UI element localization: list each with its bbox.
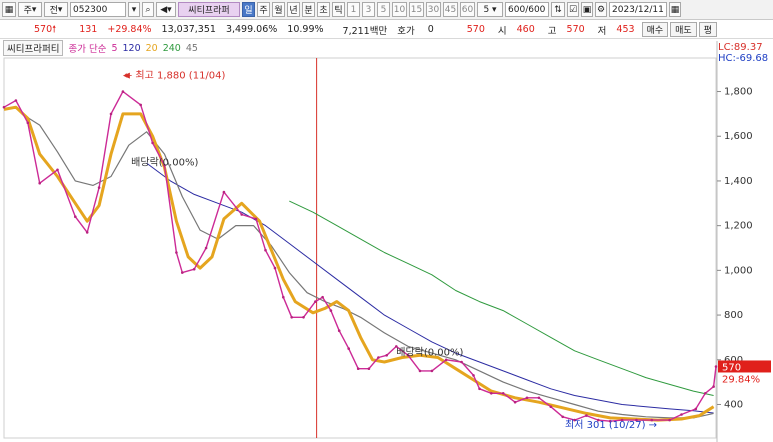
data-point bbox=[2, 105, 6, 109]
legend-ma-label: 종가 단순 bbox=[68, 44, 107, 55]
dividend-annotation-1: 배당락(0.00%) bbox=[131, 156, 198, 168]
legend-ma20: 20 bbox=[145, 42, 158, 54]
legend-ma240: 240 bbox=[162, 42, 181, 54]
chart-legend: 씨티프라퍼티 종가 단순 5 120 20 240 45 bbox=[3, 40, 198, 56]
series-line-120 bbox=[146, 162, 714, 414]
data-point bbox=[367, 367, 371, 371]
data-point bbox=[151, 141, 154, 145]
last-pct-label: 29.84% bbox=[722, 374, 760, 385]
y-tick-label: 800 bbox=[724, 310, 743, 321]
data-point bbox=[264, 248, 267, 252]
lc-label: LC:89.37 bbox=[718, 42, 763, 53]
data-point bbox=[85, 231, 89, 234]
data-point bbox=[14, 99, 18, 102]
data-point bbox=[585, 414, 588, 417]
data-point bbox=[460, 360, 463, 364]
data-point bbox=[192, 267, 196, 271]
data-point bbox=[74, 215, 77, 218]
data-point bbox=[204, 246, 208, 250]
y-tick-label: 1,400 bbox=[724, 176, 753, 187]
data-point bbox=[444, 358, 448, 362]
series-line-20 bbox=[3, 105, 715, 422]
data-point bbox=[356, 367, 360, 371]
y-tick-label: 1,800 bbox=[724, 87, 753, 98]
data-point bbox=[38, 181, 41, 185]
data-point bbox=[314, 300, 317, 303]
data-point bbox=[302, 316, 305, 319]
data-point bbox=[222, 190, 226, 194]
data-point bbox=[175, 251, 178, 254]
data-point bbox=[472, 374, 475, 377]
data-point bbox=[273, 266, 277, 270]
legend-ma5: 5 bbox=[111, 42, 118, 54]
data-point bbox=[337, 329, 341, 333]
data-point bbox=[56, 168, 59, 172]
high-annotation: ← 최고 1,880 (11/04) bbox=[124, 70, 226, 82]
dividend-annotation-2: 배당락(0.00%) bbox=[396, 346, 463, 358]
data-point bbox=[694, 407, 698, 411]
data-point bbox=[501, 392, 505, 395]
data-point bbox=[321, 295, 324, 299]
low-annotation: 최저 301 (10/27) → bbox=[565, 419, 657, 431]
series-line-45 bbox=[21, 113, 714, 419]
series-240 bbox=[289, 200, 714, 396]
y-tick-label: 1,000 bbox=[724, 265, 753, 276]
series-line-5 bbox=[3, 90, 717, 422]
data-point bbox=[478, 387, 481, 391]
legend-ma45: 45 bbox=[185, 42, 198, 54]
data-point bbox=[121, 90, 125, 93]
legend-title: 씨티프라퍼티 bbox=[3, 40, 64, 56]
data-point bbox=[290, 316, 294, 319]
data-point bbox=[97, 186, 101, 189]
data-point bbox=[525, 396, 529, 400]
data-point bbox=[418, 369, 422, 373]
data-point bbox=[139, 103, 142, 107]
data-point bbox=[181, 271, 184, 274]
data-point bbox=[549, 405, 553, 409]
data-point bbox=[109, 112, 113, 116]
data-point bbox=[254, 217, 258, 221]
data-point bbox=[385, 354, 389, 357]
last-price-label: 570 bbox=[722, 362, 741, 373]
series-120 bbox=[146, 162, 714, 414]
data-point bbox=[377, 356, 380, 359]
data-point bbox=[714, 365, 718, 368]
y-tick-label: 1,600 bbox=[724, 131, 753, 142]
data-point bbox=[513, 400, 517, 404]
data-point bbox=[712, 385, 715, 388]
data-point bbox=[430, 369, 434, 373]
series-line-240 bbox=[289, 200, 714, 396]
data-point bbox=[537, 396, 541, 400]
data-point bbox=[490, 392, 493, 395]
data-point bbox=[26, 121, 30, 125]
hc-label: HC:-69.68 bbox=[718, 53, 768, 64]
data-point bbox=[561, 415, 564, 419]
data-point bbox=[347, 347, 351, 350]
data-point bbox=[680, 413, 683, 416]
data-point bbox=[282, 295, 285, 299]
legend-ma120: 120 bbox=[122, 42, 141, 54]
y-tick-label: 1,200 bbox=[724, 221, 753, 232]
series-45 bbox=[21, 113, 714, 419]
data-point bbox=[704, 392, 707, 395]
y-tick-label: 400 bbox=[724, 399, 743, 410]
data-point bbox=[668, 418, 671, 422]
data-point bbox=[329, 309, 333, 312]
data-point bbox=[240, 213, 243, 216]
series-20 bbox=[3, 105, 715, 422]
price-chart[interactable]: 4006008001,0001,2001,4001,6001,800← 최고 1… bbox=[0, 0, 773, 442]
series-5 bbox=[2, 90, 718, 423]
